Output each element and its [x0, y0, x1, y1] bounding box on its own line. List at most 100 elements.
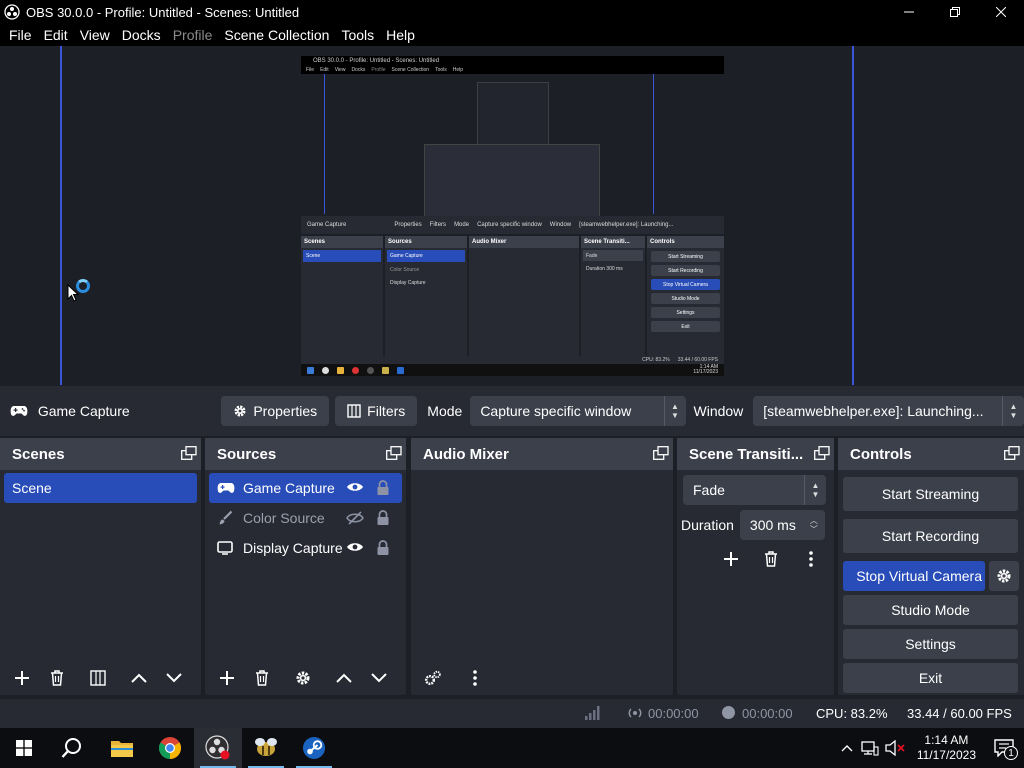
- close-button[interactable]: [978, 0, 1024, 24]
- audio-mixer-dock-header[interactable]: Audio Mixer: [411, 438, 673, 470]
- start-streaming-button[interactable]: Start Streaming: [843, 477, 1018, 511]
- menu-docks[interactable]: Docks: [116, 24, 167, 46]
- remove-source-button[interactable]: [246, 664, 278, 692]
- transitions-dock-header[interactable]: Scene Transiti...: [677, 438, 834, 470]
- source-item-color-source[interactable]: Color Source: [209, 503, 402, 533]
- add-transition-button[interactable]: [715, 545, 747, 573]
- duration-spinbox[interactable]: 300 ms ︿ ﹀: [739, 510, 825, 540]
- taskbar-obs[interactable]: [194, 728, 242, 768]
- taskbar-clock[interactable]: 1:14 AM 11/17/2023: [917, 733, 976, 763]
- undock-icon[interactable]: [181, 446, 197, 460]
- settings-button[interactable]: Settings: [843, 629, 1018, 659]
- restore-button[interactable]: [932, 0, 978, 24]
- chevron-up-icon[interactable]: [841, 744, 853, 752]
- eye-hidden-icon[interactable]: [346, 511, 364, 525]
- capture-menu-item: Tools: [435, 67, 447, 73]
- menu-file[interactable]: File: [3, 24, 38, 46]
- add-scene-button[interactable]: [6, 664, 38, 692]
- add-source-button[interactable]: [211, 664, 243, 692]
- preview-guide-right: [852, 46, 854, 385]
- network-icon[interactable]: [861, 740, 879, 756]
- undock-icon[interactable]: [386, 446, 402, 460]
- scene-item[interactable]: Scene: [4, 473, 197, 503]
- controls-title: Controls: [850, 445, 912, 463]
- taskbar-steam[interactable]: [290, 728, 338, 768]
- gear-icon: [997, 569, 1011, 583]
- volume-muted-icon[interactable]: [885, 740, 905, 756]
- undock-icon[interactable]: [814, 446, 830, 460]
- menu-edit[interactable]: Edit: [38, 24, 74, 46]
- sources-dock-header[interactable]: Sources: [205, 438, 406, 470]
- menu-view[interactable]: View: [74, 24, 116, 46]
- scenes-dock-header[interactable]: Scenes: [0, 438, 201, 470]
- unlock-icon[interactable]: [376, 510, 390, 526]
- source-item-game-capture[interactable]: Game Capture: [209, 473, 402, 503]
- window-select[interactable]: [steamwebhelper.exe]: Launching... ▲ ▼: [753, 396, 1024, 426]
- filters-button[interactable]: Filters: [335, 396, 418, 426]
- move-scene-down-button[interactable]: [158, 664, 190, 692]
- capture-menu-item: View: [334, 67, 346, 73]
- studio-mode-button[interactable]: Studio Mode: [843, 595, 1018, 625]
- capture-mode-label: Mode: [454, 222, 470, 228]
- undock-icon[interactable]: [653, 446, 669, 460]
- source-item-display-capture[interactable]: Display Capture: [209, 533, 402, 563]
- file-explorer-icon: [111, 741, 133, 757]
- scenes-title: Scenes: [12, 445, 65, 463]
- capture-control-button: Exit: [651, 321, 720, 332]
- taskbar-bee-app[interactable]: [242, 728, 290, 768]
- undock-icon[interactable]: [1004, 446, 1020, 460]
- transition-select[interactable]: Fade ▲ ▼: [683, 475, 826, 505]
- properties-button[interactable]: Properties: [221, 396, 330, 426]
- unlock-icon[interactable]: [376, 540, 390, 556]
- virtual-camera-settings-button[interactable]: [989, 561, 1019, 591]
- capture-control-button: Studio Mode: [651, 293, 720, 304]
- capture-control-button: Start Streaming: [651, 251, 720, 262]
- audio-menu-button[interactable]: [459, 664, 491, 692]
- taskbar-file-explorer[interactable]: [98, 728, 146, 768]
- start-recording-button[interactable]: Start Recording: [843, 519, 1018, 553]
- capture-docks: Scenes Scene Sources Game Capture Color …: [301, 236, 724, 356]
- remove-transition-button[interactable]: [755, 545, 787, 573]
- remove-scene-button[interactable]: [41, 664, 73, 692]
- mode-value: Capture specific window: [480, 403, 632, 419]
- gear-icon: [234, 405, 246, 417]
- unlock-icon[interactable]: [376, 480, 390, 496]
- mode-select[interactable]: Capture specific window ▲ ▼: [470, 396, 686, 426]
- menu-scene-collection[interactable]: Scene Collection: [218, 24, 335, 46]
- gears-icon: [425, 670, 441, 685]
- move-scene-up-button[interactable]: [123, 664, 155, 692]
- menu-help[interactable]: Help: [380, 24, 421, 46]
- advanced-audio-button[interactable]: [417, 664, 449, 692]
- taskbar-chrome[interactable]: [146, 728, 194, 768]
- scene-filters-button[interactable]: [82, 664, 114, 692]
- system-tray: 1:14 AM 11/17/2023 1: [841, 728, 1024, 768]
- transition-menu-button[interactable]: [795, 545, 827, 573]
- exit-button[interactable]: Exit: [843, 663, 1018, 693]
- start-button[interactable]: [0, 728, 48, 768]
- source-properties-button[interactable]: [287, 664, 319, 692]
- eye-icon[interactable]: [346, 481, 364, 493]
- chevron-updown-icon[interactable]: ︿ ﹀: [803, 510, 825, 540]
- start-recording-label: Start Recording: [881, 528, 980, 544]
- stop-virtual-camera-button[interactable]: Stop Virtual Camera: [843, 561, 985, 591]
- clock-date: 11/17/2023: [916, 748, 976, 762]
- audio-mixer-toolbar: [411, 661, 673, 695]
- obs-logo-icon: [4, 4, 20, 20]
- menu-tools[interactable]: Tools: [335, 24, 380, 46]
- capture-folder-icon: [337, 366, 344, 374]
- move-source-down-button[interactable]: [363, 664, 395, 692]
- action-center-button[interactable]: 1: [984, 728, 1024, 768]
- move-source-up-button[interactable]: [328, 664, 360, 692]
- capture-source-item: Display Capture: [390, 279, 426, 286]
- eye-icon[interactable]: [346, 541, 364, 553]
- monitor-icon: [217, 541, 235, 555]
- cpu-usage: CPU: 83.2%: [816, 706, 888, 721]
- window-title: OBS 30.0.0 - Profile: Untitled - Scenes:…: [26, 4, 300, 20]
- menu-profile[interactable]: Profile: [167, 24, 219, 46]
- search-button[interactable]: [48, 728, 96, 768]
- filters-label: Filters: [367, 403, 406, 419]
- minimize-button[interactable]: [886, 0, 932, 24]
- preview-canvas[interactable]: OBS 30.0.0 - Profile: Untitled - Scenes:…: [0, 46, 1024, 386]
- controls-dock-header[interactable]: Controls: [838, 438, 1024, 470]
- capture-control-button: Stop Virtual Camera: [651, 279, 720, 290]
